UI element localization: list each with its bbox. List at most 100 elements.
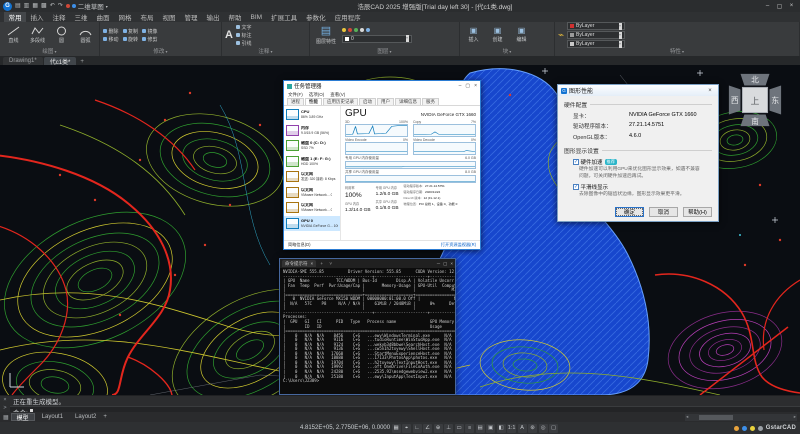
layer-properties-tool[interactable]: ▤ 图层特性 bbox=[313, 26, 339, 45]
taskmgr-tab[interactable]: 性能 bbox=[305, 98, 322, 105]
taskmgr-tab[interactable]: 进程 bbox=[287, 98, 304, 105]
clean-screen-icon[interactable]: ▢ bbox=[549, 424, 558, 433]
layer-lock-icon[interactable] bbox=[354, 28, 358, 32]
layer-on-icon[interactable] bbox=[342, 28, 346, 32]
panel-label-modify[interactable]: 修改 bbox=[100, 48, 221, 56]
snap-icon[interactable]: ⌖ bbox=[402, 424, 411, 433]
line-tool[interactable]: 直线 bbox=[3, 26, 24, 44]
ribbon-tab[interactable]: 常用 bbox=[4, 12, 26, 22]
scrollbar-thumb[interactable] bbox=[699, 415, 733, 420]
ribbon-tab[interactable]: 曲面 bbox=[92, 12, 114, 22]
quick-properties-icon[interactable]: ▣ bbox=[486, 424, 495, 433]
panel-label-block[interactable]: 块 bbox=[460, 48, 554, 56]
annotate-tool[interactable]: 引线 bbox=[236, 40, 252, 47]
taskmgr-sidebar-item[interactable]: 以太网VMware Network... 0 bbox=[284, 200, 340, 216]
layout-tab[interactable]: 模型 bbox=[11, 413, 35, 421]
open-resource-monitor-link[interactable]: 打开资源监视器(R) bbox=[441, 242, 476, 248]
close-button[interactable]: × bbox=[786, 3, 797, 10]
dynamic-input-icon[interactable]: ▭ bbox=[455, 424, 464, 433]
layer-plot-icon[interactable] bbox=[366, 28, 370, 32]
app-logo-icon[interactable]: G bbox=[3, 2, 12, 11]
ribbon-tab[interactable]: 输出 bbox=[202, 12, 224, 22]
modify-tool[interactable]: 复制 bbox=[123, 28, 139, 35]
scroll-left-icon[interactable]: ◂ bbox=[686, 414, 688, 420]
panel-label-layers[interactable]: 图层 bbox=[310, 48, 459, 56]
taskmgr-titlebar[interactable]: 任务管理器 – ▢ × bbox=[284, 81, 480, 91]
transparency-icon[interactable]: ▤ bbox=[476, 424, 485, 433]
block-tool[interactable]: ▣ 编辑 bbox=[511, 27, 532, 43]
annotate-tool[interactable]: 文字 bbox=[236, 24, 252, 31]
taskmgr-sidebar-item[interactable]: 以太网发送: 320 接收: 8 Kbps bbox=[284, 169, 340, 185]
cancel-button[interactable]: 取消 bbox=[649, 207, 678, 217]
new-tab-button[interactable]: + bbox=[318, 261, 325, 266]
layer-freeze-icon[interactable] bbox=[348, 28, 352, 32]
workspace-switcher[interactable]: 二维草图 ▾ bbox=[66, 1, 108, 11]
add-layout-button[interactable]: + bbox=[103, 414, 107, 420]
property-dropdown[interactable]: ByLayer ▾ bbox=[567, 31, 625, 39]
circle-tool[interactable]: 圆 bbox=[51, 26, 72, 44]
viewcube-up[interactable]: 上 bbox=[751, 96, 760, 106]
help-icon[interactable] bbox=[758, 426, 763, 431]
ribbon-tab[interactable]: 帮助 bbox=[224, 12, 246, 22]
taskmgr-sidebar-item[interactable]: CPU86% 3.89 GHz bbox=[284, 107, 340, 123]
annotation-icon[interactable]: A bbox=[518, 424, 527, 433]
taskmgr-close-button[interactable]: × bbox=[474, 83, 477, 89]
selection-cycling-icon[interactable]: ◧ bbox=[497, 424, 506, 433]
horizontal-scrollbar[interactable]: ◂ ▸ bbox=[685, 414, 797, 421]
terminal-restore-button[interactable]: ▢ bbox=[443, 261, 447, 267]
fewer-details-toggle[interactable]: 简略信息(D) bbox=[288, 242, 311, 248]
drawing-tab[interactable]: 代c1类* bbox=[44, 57, 77, 65]
taskmgr-tab[interactable]: 应用历史记录 bbox=[323, 98, 358, 105]
redo-icon[interactable]: ↷ bbox=[58, 3, 63, 9]
taskmgr-tab[interactable]: 详细信息 bbox=[395, 98, 421, 105]
taskmgr-tab[interactable]: 用户 bbox=[377, 98, 394, 105]
ribbon-tab[interactable]: 三维 bbox=[70, 12, 92, 22]
modify-tool[interactable]: 移动 bbox=[103, 36, 119, 43]
layout-tab[interactable]: Layout2 bbox=[70, 413, 101, 421]
taskmgr-menu[interactable]: 选项(O) bbox=[309, 92, 325, 98]
tab-close-icon[interactable]: × bbox=[311, 261, 314, 266]
ribbon-tab[interactable]: 参数化 bbox=[302, 12, 331, 22]
help-button[interactable]: 帮助(H) bbox=[683, 207, 712, 217]
ribbon-tab[interactable]: BIM bbox=[246, 12, 267, 22]
block-tool[interactable]: ▣ 插入 bbox=[463, 27, 484, 43]
ribbon-tab[interactable]: 扩展工具 bbox=[267, 12, 302, 22]
modify-tool[interactable]: 镜像 bbox=[142, 28, 158, 35]
taskmgr-sidebar-item[interactable]: 内存9.0/15.9 GB (56%) bbox=[284, 123, 340, 139]
modify-tool[interactable]: 修剪 bbox=[142, 36, 158, 43]
viewcube-west[interactable]: 西 bbox=[731, 96, 739, 105]
viewcube-north[interactable]: 北 bbox=[751, 76, 759, 85]
property-dropdown[interactable]: ByLayer ▾ bbox=[567, 40, 625, 48]
taskmgr-sidebar-item[interactable]: GPU 0NVIDIA GeForce G... 100% (36°C) bbox=[284, 216, 340, 232]
workspace-icon[interactable]: ⊛ bbox=[528, 424, 537, 433]
open-file-icon[interactable]: ▥ bbox=[24, 3, 30, 9]
polar-tracking-icon[interactable]: ∠ bbox=[423, 424, 432, 433]
undo-icon[interactable]: ↶ bbox=[50, 3, 55, 9]
panel-label-draw[interactable]: 绘图 bbox=[0, 48, 99, 56]
property-dropdown[interactable]: ByLayer ▾ bbox=[567, 22, 625, 30]
dialog-titlebar[interactable]: G 图形性能 × bbox=[558, 85, 718, 96]
terminal-titlebar[interactable]: 命令提示符 × + ˅ ─ ▢ × bbox=[280, 259, 455, 268]
print-icon[interactable]: ▩ bbox=[41, 3, 47, 9]
ribbon-tab[interactable]: 布局 bbox=[136, 12, 158, 22]
scroll-right-icon[interactable]: ▸ bbox=[794, 414, 796, 420]
new-file-icon[interactable]: ▤ bbox=[15, 3, 21, 9]
viewcube-south[interactable]: 南 bbox=[751, 116, 759, 126]
viewcube-east[interactable]: 东 bbox=[771, 95, 779, 105]
minimize-button[interactable]: – bbox=[762, 3, 773, 10]
terminal-close-button[interactable]: × bbox=[450, 261, 453, 267]
view-cube[interactable]: 北 南 西 东 上 bbox=[726, 71, 784, 129]
match-properties-icon[interactable]: ⌁ bbox=[558, 30, 564, 41]
panel-label-annotate[interactable]: 注释 bbox=[222, 48, 309, 56]
grid-icon[interactable]: ▦ bbox=[392, 424, 401, 433]
ribbon-tab[interactable]: 注释 bbox=[48, 12, 70, 22]
modify-tool[interactable]: 删除 bbox=[103, 28, 119, 35]
ribbon-tab[interactable]: 插入 bbox=[26, 12, 48, 22]
notification-icon[interactable] bbox=[734, 426, 739, 431]
layer-dropdown[interactable]: 0 ▾ bbox=[342, 35, 412, 43]
modify-tool[interactable]: 旋转 bbox=[123, 36, 139, 43]
lineweight-icon[interactable]: ≡ bbox=[465, 424, 474, 433]
dialog-close-button[interactable]: × bbox=[705, 88, 715, 94]
polyline-tool[interactable]: 多段线 bbox=[27, 26, 48, 44]
block-tool[interactable]: ▣ 创建 bbox=[487, 27, 508, 43]
